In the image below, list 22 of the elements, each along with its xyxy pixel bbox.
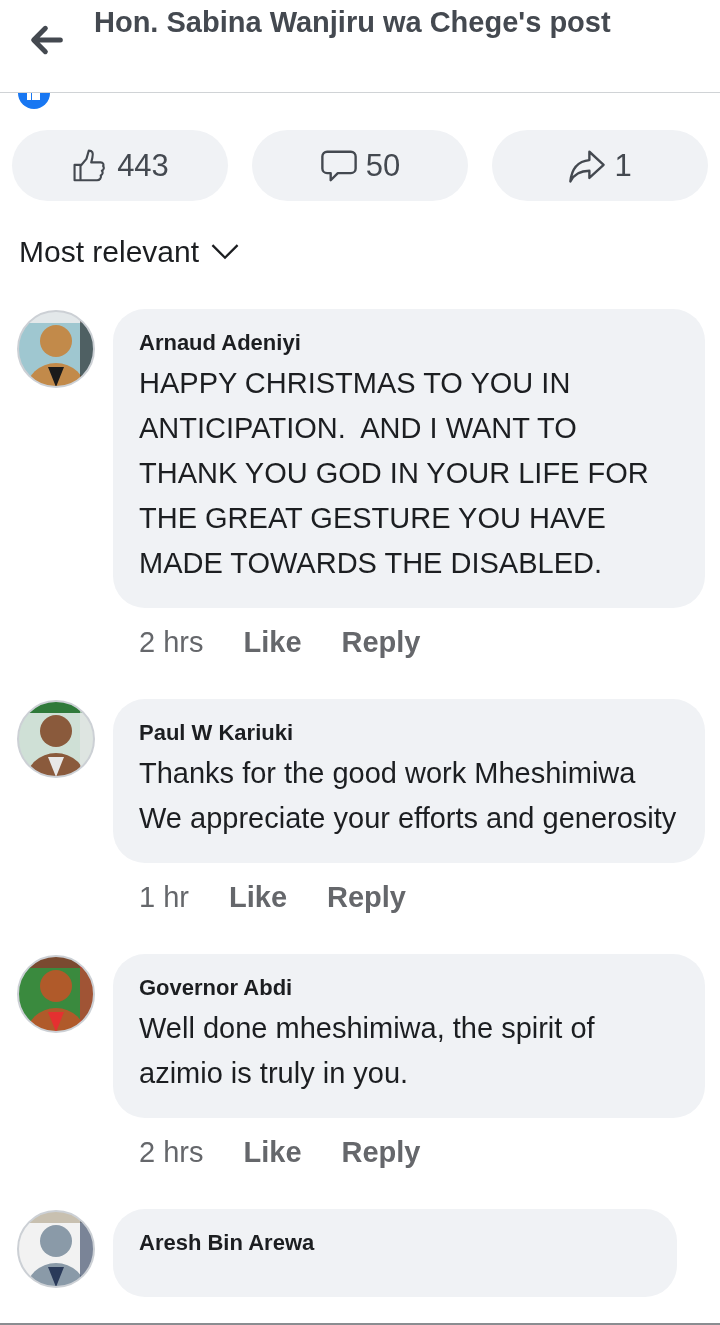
- post-title: Hon. Sabina Wanjiru wa Chege's post: [94, 5, 612, 40]
- comment-time: 2 hrs: [139, 626, 204, 659]
- author-name[interactable]: Paul W Kariuki: [139, 719, 679, 747]
- like-button[interactable]: 443: [12, 130, 228, 201]
- comment-text: Thanks for the good work Mheshimiwa We appreciate your efforts and generosity: [139, 756, 678, 836]
- comment-text: HAPPY CHRISTMAS TO YOU IN ANTICIPATION. AND I WANT TO THANK YOU GOD IN YOUR LIFE FOR THE GREAT GESTURE YOU HAVE MADE TOWARDS THE DISABLED.: [139, 366, 650, 581]
- sort-dropdown[interactable]: Most relevant: [19, 235, 240, 269]
- comment-text: Well done mheshimiwa, the spirit of azimio is truly in you.: [139, 1011, 596, 1091]
- reply-link[interactable]: Reply: [341, 626, 421, 659]
- share-button[interactable]: 1: [492, 130, 708, 201]
- comment-button[interactable]: 50: [252, 130, 468, 201]
- reply-link[interactable]: Reply: [327, 881, 406, 914]
- like-link[interactable]: Like: [243, 626, 302, 659]
- comment-time: 2 hrs: [139, 1136, 204, 1169]
- like-link[interactable]: Like: [243, 1136, 302, 1169]
- author-name[interactable]: Governor Abdi: [139, 974, 679, 1002]
- like-link[interactable]: Like: [229, 881, 287, 914]
- chevron-down-icon: [211, 244, 240, 260]
- reply-link[interactable]: Reply: [341, 1136, 421, 1169]
- author-name[interactable]: Aresh Bin Arewa: [139, 1229, 651, 1257]
- author-name[interactable]: Arnaud Adeniyi: [139, 329, 679, 357]
- comment-time: 1 hr: [139, 881, 189, 914]
